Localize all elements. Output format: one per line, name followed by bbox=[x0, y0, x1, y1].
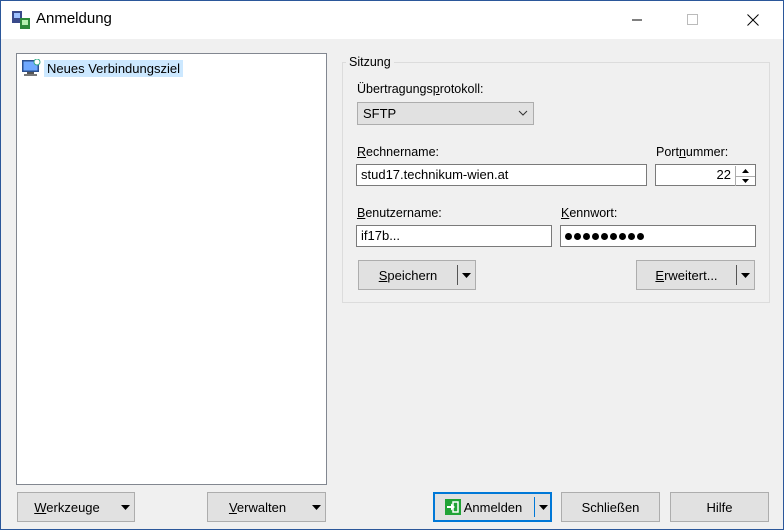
minimize-button[interactable] bbox=[614, 1, 660, 39]
close-button[interactable] bbox=[730, 1, 776, 39]
tree-item-label: Neues Verbindungsziel bbox=[44, 59, 183, 77]
password-label-part: ennwort: bbox=[569, 206, 618, 220]
tools-accesskey: W bbox=[34, 499, 47, 515]
password-mask-dot bbox=[637, 233, 644, 241]
advanced-button-label: Erweitert... bbox=[655, 268, 717, 283]
protocol-select-value: SFTP bbox=[363, 106, 397, 121]
login-icon bbox=[444, 499, 461, 515]
tools-button-label: Werkzeuge bbox=[34, 500, 100, 515]
password-mask-dot bbox=[610, 233, 617, 241]
protocol-label: Übertragungsprotokoll: bbox=[357, 82, 483, 96]
save-menu-button[interactable] bbox=[458, 261, 475, 289]
manage-label-part: erwalten bbox=[236, 499, 287, 515]
manage-split-button: Verwalten bbox=[207, 492, 326, 522]
tools-label-part: erkzeuge bbox=[46, 499, 100, 515]
minimize-icon bbox=[632, 19, 642, 21]
advanced-label-part: rweitert... bbox=[664, 267, 718, 283]
login-button[interactable]: Anmelden bbox=[434, 493, 533, 521]
password-mask-dot bbox=[628, 233, 635, 241]
password-mask-dot bbox=[592, 233, 599, 241]
triangle-down-icon bbox=[741, 272, 750, 278]
port-label: Portnummer: bbox=[656, 145, 728, 159]
manage-button-label: Verwalten bbox=[229, 500, 286, 515]
help-button-label: Hilfe bbox=[706, 499, 733, 515]
help-button[interactable]: Hilfe bbox=[670, 492, 769, 522]
triangle-down-icon bbox=[538, 504, 548, 510]
login-menu-button[interactable] bbox=[535, 493, 551, 521]
manage-button[interactable]: Verwalten bbox=[208, 493, 307, 521]
advanced-menu-button[interactable] bbox=[737, 261, 754, 289]
hostname-input[interactable]: stud17.technikum-wien.at bbox=[356, 164, 647, 186]
maximize-icon bbox=[687, 14, 698, 25]
password-mask-dot bbox=[583, 233, 590, 241]
triangle-down-icon bbox=[462, 272, 471, 278]
login-window: Anmeldung Neues Verbindungsziel Sitzung … bbox=[0, 0, 784, 530]
username-label-part: enutzername: bbox=[365, 206, 442, 220]
username-label: Benutzername: bbox=[357, 206, 442, 220]
password-input[interactable] bbox=[560, 225, 756, 247]
save-button[interactable]: Speichern bbox=[359, 261, 457, 289]
port-label-accesskey: n bbox=[678, 145, 686, 159]
manage-menu-button[interactable] bbox=[307, 493, 325, 521]
save-split-button: Speichern bbox=[358, 260, 476, 290]
site-tree[interactable]: Neues Verbindungsziel bbox=[16, 53, 327, 485]
password-mask-dot bbox=[601, 233, 608, 241]
password-mask-dot bbox=[619, 233, 626, 241]
close-dialog-button[interactable]: Schließen bbox=[561, 492, 660, 522]
tools-split-button: Werkzeuge bbox=[17, 492, 135, 522]
manage-accesskey: V bbox=[228, 499, 237, 515]
triangle-down-icon bbox=[120, 504, 130, 510]
close-icon bbox=[747, 14, 759, 26]
password-mask-dot bbox=[574, 233, 581, 241]
password-label: Kennwort: bbox=[561, 206, 617, 220]
tools-button[interactable]: Werkzeuge bbox=[18, 493, 116, 521]
port-spinner[interactable] bbox=[735, 166, 755, 186]
advanced-split-button: Erweitert... bbox=[636, 260, 755, 290]
login-split-button: Anmelden bbox=[433, 492, 552, 522]
title-bar: Anmeldung bbox=[1, 1, 783, 39]
maximize-button[interactable] bbox=[670, 1, 716, 39]
hostname-label-part: echnername: bbox=[366, 145, 439, 159]
hostname-label: Rechnername: bbox=[357, 145, 439, 159]
chevron-down-icon bbox=[518, 110, 528, 116]
port-decrement-button[interactable] bbox=[736, 176, 755, 186]
save-label-part: peichern bbox=[387, 267, 438, 283]
arrow-up-icon bbox=[742, 169, 749, 173]
triangle-down-icon bbox=[311, 504, 321, 510]
tree-item-new-site[interactable]: Neues Verbindungsziel bbox=[21, 58, 183, 78]
protocol-label-part: rotokoll: bbox=[439, 82, 484, 96]
tools-menu-button[interactable] bbox=[116, 493, 134, 521]
hostname-label-accesskey: R bbox=[357, 145, 367, 159]
close-dialog-button-label: Schließen bbox=[581, 499, 640, 515]
username-input[interactable]: if17b... bbox=[356, 225, 552, 247]
port-label-part: ummer: bbox=[685, 145, 729, 159]
window-title: Anmeldung bbox=[36, 10, 112, 27]
advanced-button[interactable]: Erweitert... bbox=[637, 261, 736, 289]
session-group-title: Sitzung bbox=[346, 55, 394, 69]
winscp-app-icon bbox=[12, 11, 30, 29]
computer-icon bbox=[22, 59, 41, 76]
arrow-down-icon bbox=[742, 179, 749, 183]
save-button-label: Speichern bbox=[379, 268, 438, 283]
protocol-label-accesskey: p bbox=[432, 82, 440, 96]
protocol-select[interactable]: SFTP bbox=[357, 102, 534, 125]
login-button-label: Anmelden bbox=[463, 499, 523, 515]
protocol-label-part: Übertragungs bbox=[357, 82, 433, 96]
port-label-part: Port bbox=[656, 145, 679, 159]
password-mask-dot bbox=[565, 233, 572, 241]
advanced-accesskey: E bbox=[655, 267, 665, 283]
